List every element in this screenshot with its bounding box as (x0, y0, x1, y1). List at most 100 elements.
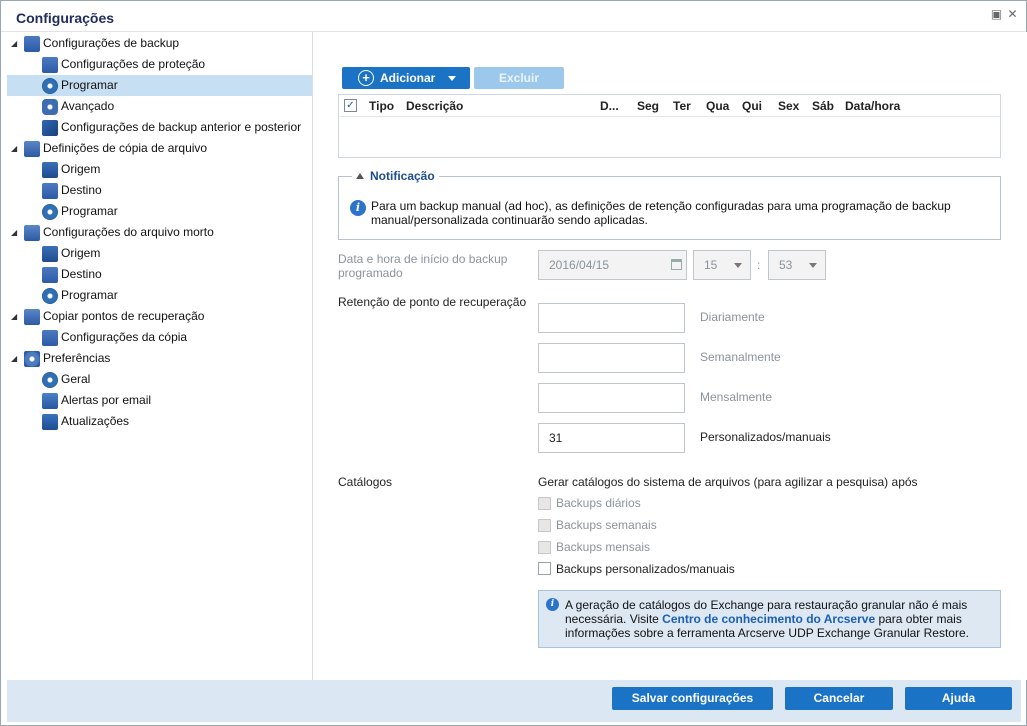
retention-weekly-input[interactable] (538, 343, 685, 373)
general-icon (42, 372, 58, 388)
add-schedule-label: Adicionar (380, 71, 436, 85)
tree-item-label: Programar (61, 288, 118, 302)
settings-tree: ◢ Configurações de backup Configurações de… (7, 32, 313, 680)
catalog-monthly-label: Backups mensais (556, 540, 651, 554)
retention-daily-label: Diariamente (700, 310, 765, 324)
column-descricao[interactable]: Descrição (406, 99, 463, 113)
schedule-icon (42, 288, 58, 304)
retention-monthly-label: Mensalmente (700, 390, 773, 404)
title-bar: Configurações ▣ ✕ (1, 1, 1026, 32)
backup-settings-icon (24, 36, 40, 52)
copy-recovery-icon (24, 309, 40, 325)
column-sab[interactable]: Sáb (812, 99, 834, 113)
column-domingo[interactable]: D... (600, 99, 619, 113)
column-qui[interactable]: Qui (742, 99, 762, 113)
tree-item-label: Origem (61, 246, 101, 260)
tree-item-destino[interactable]: Destino (7, 180, 312, 201)
tree-item-preferências[interactable]: ◢ Preferências (7, 348, 312, 369)
column-data-hora[interactable]: Data/hora (845, 99, 900, 113)
tree-item-label: Preferências (43, 351, 111, 365)
catalog-weekly-label: Backups semanais (556, 518, 657, 532)
tree-item-label: Configurações de backup anterior e poste… (61, 120, 302, 134)
info-icon: i (546, 598, 559, 611)
column-ter[interactable]: Ter (673, 99, 691, 113)
tree-item-configurações-do-arquivo-morto[interactable]: ◢ Configurações do arquivo morto (7, 222, 312, 243)
column-seg[interactable]: Seg (637, 99, 659, 113)
tree-item-copiar-pontos-de-recuperação[interactable]: ◢ Copiar pontos de recuperação (7, 306, 312, 327)
schedule-icon (42, 78, 58, 94)
source-icon (42, 246, 58, 262)
tree-item-geral[interactable]: Geral (7, 369, 312, 390)
advanced-icon (42, 99, 58, 115)
retention-daily-input[interactable] (538, 303, 685, 333)
catalogs-label: Catálogos (338, 475, 393, 489)
retention-custom-label: Personalizados/manuais (700, 430, 831, 444)
tree-item-configurações-de-backup-anterior-e-posterior[interactable]: Configurações de backup anterior e poste… (7, 117, 312, 138)
expand-triangle-icon[interactable]: ◢ (11, 33, 20, 54)
plus-circle-icon: + (358, 70, 374, 86)
expand-triangle-icon[interactable]: ◢ (11, 348, 20, 369)
file-copy-icon (24, 141, 40, 157)
schedule-table: ✓ Tipo Descrição D... Seg Ter Qua Qui Se… (338, 94, 1001, 158)
help-button[interactable]: Ajuda (905, 687, 1012, 710)
tree-item-programar[interactable]: Programar (7, 201, 312, 222)
catalogs-description: Gerar catálogos do sistema de arquivos (… (538, 475, 918, 489)
restore-icon[interactable]: ▣ (990, 8, 1003, 21)
tree-item-origem[interactable]: Origem (7, 243, 312, 264)
notification-text: Para um backup manual (ad hoc), as defin… (371, 199, 951, 227)
catalog-daily-checkbox (538, 497, 551, 510)
catalog-weekly-checkbox (538, 519, 551, 532)
tree-item-atualizações[interactable]: Atualizações (7, 411, 312, 432)
expand-triangle-icon[interactable]: ◢ (11, 222, 20, 243)
notification-toggle[interactable]: Notificação (352, 169, 439, 183)
start-minute-select: 53 (768, 250, 826, 280)
start-hour-value: 15 (704, 258, 718, 272)
start-hour-select: 15 (693, 250, 751, 280)
updates-icon (42, 414, 58, 430)
tree-item-label: Programar (61, 204, 118, 218)
delete-schedule-button: Excluir (474, 67, 564, 89)
tree-item-label: Configurações de backup (43, 36, 180, 50)
tree-item-label: Avançado (61, 99, 115, 113)
info-icon: i (350, 200, 366, 216)
tree-item-alertas-por-email[interactable]: Alertas por email (7, 390, 312, 411)
tree-item-destino[interactable]: Destino (7, 264, 312, 285)
time-separator: : (757, 258, 761, 272)
column-qua[interactable]: Qua (706, 99, 729, 113)
tree-item-origem[interactable]: Origem (7, 159, 312, 180)
protection-icon (42, 57, 58, 73)
tree-item-configurações-de-backup[interactable]: ◢ Configurações de backup (7, 33, 312, 54)
tree-item-configurações-de-proteção[interactable]: Configurações de proteção (7, 54, 312, 75)
column-sex[interactable]: Sex (778, 99, 799, 113)
chevron-down-icon (448, 76, 456, 81)
save-settings-button[interactable]: Salvar configurações (612, 687, 773, 710)
cancel-button[interactable]: Cancelar (785, 687, 893, 710)
tree-item-label: Programar (61, 78, 118, 92)
tree-item-label: Copiar pontos de recuperação (43, 309, 205, 323)
notification-legend: Notificação (370, 169, 435, 183)
tree-item-configurações-da-cópia[interactable]: Configurações da cópia (7, 327, 312, 348)
retention-monthly-input[interactable] (538, 383, 685, 413)
destination-icon (42, 267, 58, 283)
expand-triangle-icon[interactable]: ◢ (11, 138, 20, 159)
catalog-custom-label[interactable]: Backups personalizados/manuais (556, 562, 735, 576)
copy-settings-icon (42, 330, 58, 346)
tree-item-label: Origem (61, 162, 101, 176)
tree-item-label: Destino (61, 183, 102, 197)
expand-triangle-icon[interactable]: ◢ (11, 306, 20, 327)
tree-item-avançado[interactable]: Avançado (7, 96, 312, 117)
close-icon[interactable]: ✕ (1006, 8, 1019, 21)
select-all-checkbox[interactable]: ✓ (344, 99, 357, 112)
tree-item-label: Definições de cópia de arquivo (43, 141, 208, 155)
add-schedule-button[interactable]: + Adicionar (342, 67, 470, 89)
retention-custom-input[interactable]: 31 (538, 423, 685, 453)
catalog-monthly-checkbox (538, 541, 551, 554)
tree-item-definições-de-cópia-de-arquivo[interactable]: ◢ Definições de cópia de arquivo (7, 138, 312, 159)
exchange-info-box: i A geração de catálogos do Exchange par… (538, 590, 1001, 648)
knowledge-center-link[interactable]: Centro de conhecimento do Arcserve (662, 612, 875, 626)
column-tipo[interactable]: Tipo (369, 99, 394, 113)
tree-item-programar[interactable]: Programar (7, 285, 312, 306)
tree-item-label: Configurações da cópia (61, 330, 188, 344)
catalog-custom-checkbox[interactable] (538, 562, 551, 575)
tree-item-programar[interactable]: Programar (7, 75, 312, 96)
